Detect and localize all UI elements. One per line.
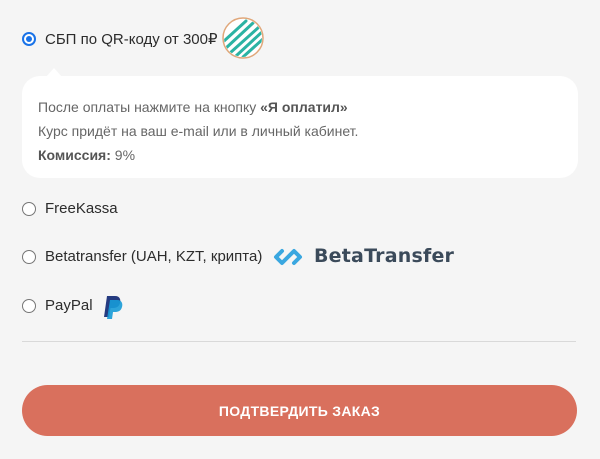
payment-info-box: После оплаты нажмите на кнопку «Я оплати… [22, 68, 578, 178]
payment-option-freekassa-label: FreeKassa [45, 200, 118, 217]
payment-option-betatransfer-label: Betatransfer (UAH, KZT, крипта) [45, 248, 263, 265]
payment-option-sbp[interactable]: СБП по QR-коду от 300₽ [22, 30, 218, 48]
radio-betatransfer[interactable] [22, 249, 36, 264]
payment-option-freekassa[interactable]: FreeKassa [22, 200, 118, 217]
payment-option-paypal[interactable]: PayPal [22, 297, 93, 314]
info-line-rate: Курс придёт на ваш e-mail или в личный к… [38, 123, 359, 139]
paypal-logo-icon [104, 296, 123, 319]
betatransfer-logo: BetaTransfer [273, 241, 454, 271]
payment-option-sbp-label: СБП по QR-коду от 300₽ [45, 31, 218, 48]
betatransfer-logo-icon [274, 249, 302, 265]
radio-paypal[interactable] [22, 298, 36, 313]
info-line-commission: Комиссия: 9% [38, 143, 562, 167]
commission-value: 9% [110, 147, 136, 163]
betatransfer-logo-text: BetaTransfer [314, 245, 455, 267]
info-button-name: «Я оплатил» [260, 99, 348, 115]
radio-freekassa[interactable] [22, 201, 36, 216]
commission-label: Комиссия: [38, 147, 111, 163]
payment-option-paypal-label: PayPal [45, 297, 93, 314]
payment-option-betatransfer[interactable]: Betatransfer (UAH, KZT, крипта) [22, 248, 262, 265]
sbp-logo-icon [222, 17, 264, 59]
info-line-instruction: После оплаты нажмите на кнопку «Я оплати… [38, 95, 562, 119]
radio-sbp[interactable] [22, 32, 36, 46]
confirm-order-button[interactable]: ПОДТВЕРДИТЬ ЗАКАЗ [22, 385, 577, 436]
info-instruction-text: После оплаты нажмите на кнопку [38, 99, 261, 115]
divider [22, 341, 576, 342]
